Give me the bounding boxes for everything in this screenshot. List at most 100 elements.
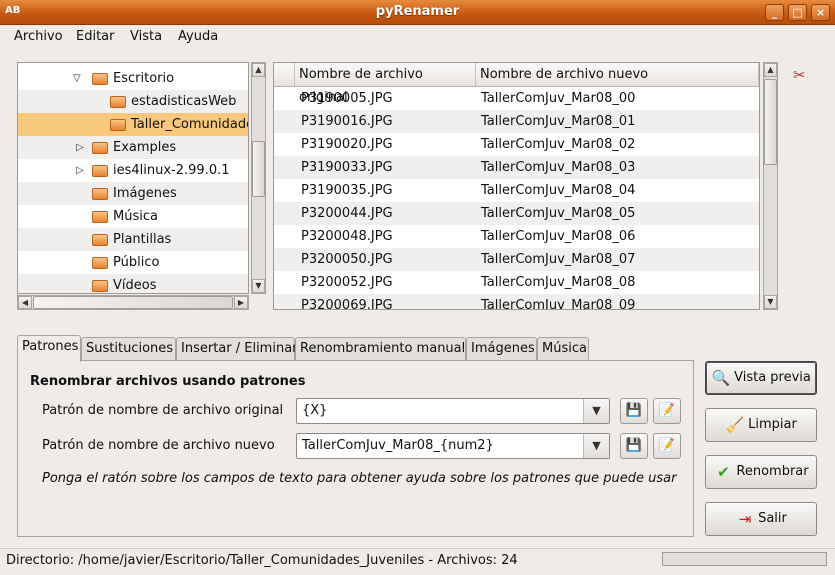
column-header-new[interactable]: Nombre de archivo nuevo <box>476 63 759 87</box>
tree-item-label: Vídeos <box>113 278 157 293</box>
new-name-cell: TallerComJuv_Mar08_04 <box>481 183 636 198</box>
original-name-cell: P3190016.JPG <box>301 114 393 129</box>
original-name-cell: P3190005.JPG <box>301 91 393 106</box>
column-header-blank <box>274 63 295 87</box>
scroll-down-icon[interactable]: ▼ <box>252 279 265 293</box>
directory-tree[interactable]: ▽ Escritorio estadisticasWeb Taller_Comu… <box>17 62 249 294</box>
close-button[interactable]: × <box>811 4 830 21</box>
menu-bar: Archivo Editar Vista Ayuda <box>0 26 835 50</box>
expander-closed-icon[interactable]: ▷ <box>76 159 88 182</box>
table-row[interactable]: P3200050.JPG TallerComJuv_Mar08_07 <box>274 248 759 271</box>
save-icon: 💾 <box>625 403 643 418</box>
tree-item-imagenes[interactable]: Imágenes <box>18 182 248 205</box>
tree-item-publico[interactable]: Público <box>18 251 248 274</box>
folder-icon <box>92 280 108 292</box>
column-header-original[interactable]: Nombre de archivo original <box>295 63 476 105</box>
tree-item-examples[interactable]: ▷ Examples <box>18 136 248 159</box>
table-row[interactable]: P3190035.JPG TallerComJuv_Mar08_04 <box>274 179 759 202</box>
minimize-button[interactable]: _ <box>765 4 784 21</box>
menu-editar[interactable]: Editar <box>76 29 115 44</box>
original-name-cell: P3200050.JPG <box>301 252 393 267</box>
tree-item-taller-comunidades[interactable]: Taller_Comunidades_Juveniles <box>18 113 248 136</box>
menu-archivo[interactable]: Archivo <box>14 29 63 44</box>
scroll-down-icon[interactable]: ▼ <box>764 295 777 309</box>
checkmark-icon: ✔ <box>717 462 730 481</box>
table-row[interactable]: P3200048.JPG TallerComJuv_Mar08_06 <box>274 225 759 248</box>
scroll-thumb[interactable] <box>764 79 777 165</box>
maximize-button[interactable]: □ <box>788 4 807 21</box>
rename-button[interactable]: ✔ Renombrar <box>705 455 817 489</box>
table-row[interactable]: P3190033.JPG TallerComJuv_Mar08_03 <box>274 156 759 179</box>
progress-bar <box>662 552 827 566</box>
tree-item-musica[interactable]: Música <box>18 205 248 228</box>
original-name-cell: P3200044.JPG <box>301 206 393 221</box>
status-text: Directorio: /home/javier/Escritorio/Tall… <box>6 553 518 568</box>
tab-renombramiento-manual[interactable]: Renombramiento manual <box>295 337 466 361</box>
tree-item-estadisticasweb[interactable]: estadisticasWeb <box>18 90 248 113</box>
clear-label: Limpiar <box>748 417 797 432</box>
table-row[interactable]: P3190020.JPG TallerComJuv_Mar08_02 <box>274 133 759 156</box>
table-row[interactable]: P3200069.JPG TallerComJuv_Mar08_09 <box>274 294 759 309</box>
scroll-up-icon[interactable]: ▲ <box>252 63 265 77</box>
tree-item-label: Taller_Comunidades_Juveniles <box>131 117 248 132</box>
table-row[interactable]: P3200044.JPG TallerComJuv_Mar08_05 <box>274 202 759 225</box>
tree-horizontal-scrollbar[interactable]: ◀ ▶ <box>17 295 249 310</box>
file-list-scrollbar[interactable]: ▲ ▼ <box>763 62 778 310</box>
table-row[interactable]: P3200052.JPG TallerComJuv_Mar08_08 <box>274 271 759 294</box>
new-pattern-input[interactable]: TallerComJuv_Mar08_{num2} <box>302 438 494 453</box>
original-pattern-combo[interactable]: {X} ▼ <box>296 398 610 424</box>
new-name-cell: TallerComJuv_Mar08_08 <box>481 275 636 290</box>
chevron-down-icon[interactable]: ▼ <box>583 399 609 423</box>
save-pattern-button[interactable]: 💾 <box>620 398 648 424</box>
exit-icon: ⇥ <box>738 509 752 528</box>
clear-button[interactable]: 🧹 Limpiar <box>705 408 817 442</box>
tools-icon[interactable]: ✂ <box>793 66 813 84</box>
new-name-cell: TallerComJuv_Mar08_05 <box>481 206 636 221</box>
scroll-right-icon[interactable]: ▶ <box>234 296 248 309</box>
tree-item-escritorio[interactable]: ▽ Escritorio <box>18 67 248 90</box>
expander-closed-icon[interactable]: ▷ <box>76 136 88 159</box>
original-name-cell: P3200048.JPG <box>301 229 393 244</box>
save-pattern-button[interactable]: 💾 <box>620 433 648 459</box>
scroll-up-icon[interactable]: ▲ <box>764 63 777 77</box>
tree-item-label: Plantillas <box>113 232 172 247</box>
tab-imagenes[interactable]: Imágenes <box>466 337 537 361</box>
preview-button[interactable]: 🔍 Vista previa <box>705 361 817 395</box>
tree-item-label: Público <box>113 255 160 270</box>
folder-icon <box>92 142 108 154</box>
tree-item-label: estadisticasWeb <box>131 94 237 109</box>
original-name-cell: P3200052.JPG <box>301 275 393 290</box>
expander-open-icon[interactable]: ▽ <box>73 67 85 90</box>
edit-pattern-button[interactable]: 📝 <box>653 433 681 459</box>
tree-item-plantillas[interactable]: Plantillas <box>18 228 248 251</box>
file-list[interactable]: Nombre de archivo original Nombre de arc… <box>273 62 760 310</box>
tree-item-videos[interactable]: Vídeos <box>18 274 248 293</box>
tab-patrones[interactable]: Patrones <box>17 335 81 362</box>
new-pattern-combo[interactable]: TallerComJuv_Mar08_{num2} ▼ <box>296 433 610 459</box>
menu-vista[interactable]: Vista <box>130 29 162 44</box>
table-row[interactable]: P3190005.JPG TallerComJuv_Mar08_00 <box>274 87 759 110</box>
original-pattern-input[interactable]: {X} <box>302 403 327 418</box>
scroll-thumb[interactable] <box>252 141 265 197</box>
tree-item-label: Examples <box>113 140 177 155</box>
new-name-cell: TallerComJuv_Mar08_01 <box>481 114 636 129</box>
table-row[interactable]: P3190016.JPG TallerComJuv_Mar08_01 <box>274 110 759 133</box>
new-name-cell: TallerComJuv_Mar08_00 <box>481 91 636 106</box>
folder-icon <box>92 257 108 269</box>
folder-icon <box>92 211 108 223</box>
original-name-cell: P3190020.JPG <box>301 137 393 152</box>
tree-item-ies4linux[interactable]: ▷ ies4linux-2.99.0.1 <box>18 159 248 182</box>
tab-musica[interactable]: Música <box>537 337 589 361</box>
tab-sustituciones[interactable]: Sustituciones <box>81 337 176 361</box>
scroll-thumb[interactable] <box>33 296 233 309</box>
tab-insertar-eliminar[interactable]: Insertar / Eliminar <box>176 337 298 361</box>
exit-button[interactable]: ⇥ Salir <box>705 502 817 536</box>
chevron-down-icon[interactable]: ▼ <box>583 434 609 458</box>
edit-icon: 📝 <box>658 403 676 418</box>
tree-vertical-scrollbar[interactable]: ▲ ▼ <box>251 62 266 294</box>
scroll-left-icon[interactable]: ◀ <box>18 296 32 309</box>
menu-ayuda[interactable]: Ayuda <box>178 29 218 44</box>
tree-item-label: Escritorio <box>113 71 175 86</box>
original-name-cell: P3190035.JPG <box>301 183 393 198</box>
edit-pattern-button[interactable]: 📝 <box>653 398 681 424</box>
